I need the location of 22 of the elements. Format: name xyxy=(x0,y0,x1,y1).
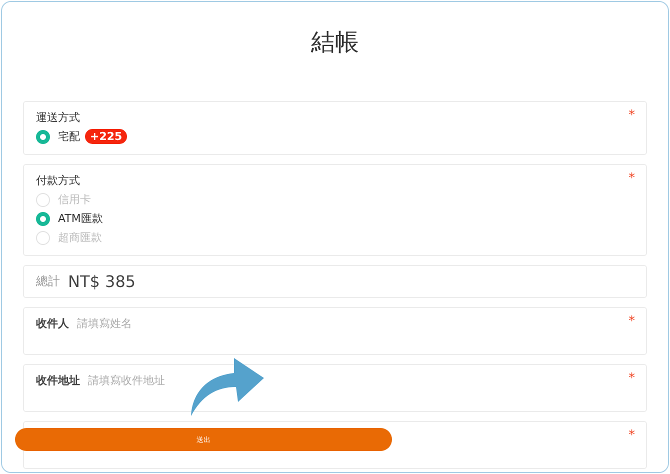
radio-button[interactable] xyxy=(36,212,50,226)
radio-button[interactable] xyxy=(36,130,50,144)
required-mark: * xyxy=(628,171,635,186)
required-mark: * xyxy=(628,314,635,329)
field-label: 收件地址 xyxy=(36,373,80,389)
option-label: 信用卡 xyxy=(58,192,91,207)
price-badge: +225 xyxy=(85,129,128,144)
page-title: 結帳 xyxy=(310,27,360,58)
total-label: 總計 xyxy=(36,273,60,290)
field-label: 收件人 xyxy=(36,316,69,332)
option-label: 超商匯款 xyxy=(58,230,102,245)
option-label: 宅配 xyxy=(58,129,80,144)
required-mark: * xyxy=(628,428,635,443)
required-mark: * xyxy=(628,371,635,386)
option-label: ATM匯款 xyxy=(58,211,103,226)
total-value: NT$ 385 xyxy=(68,272,136,291)
field-label: 運送方式 xyxy=(36,110,80,126)
form-field[interactable]: * 收件地址 請填寫收件地址 xyxy=(23,364,647,412)
field-label: 付款方式 xyxy=(36,173,80,189)
required-mark: * xyxy=(628,108,635,123)
curved-arrow-icon xyxy=(188,356,266,416)
form-field[interactable]: * 收件人 請填寫姓名 xyxy=(23,307,647,355)
